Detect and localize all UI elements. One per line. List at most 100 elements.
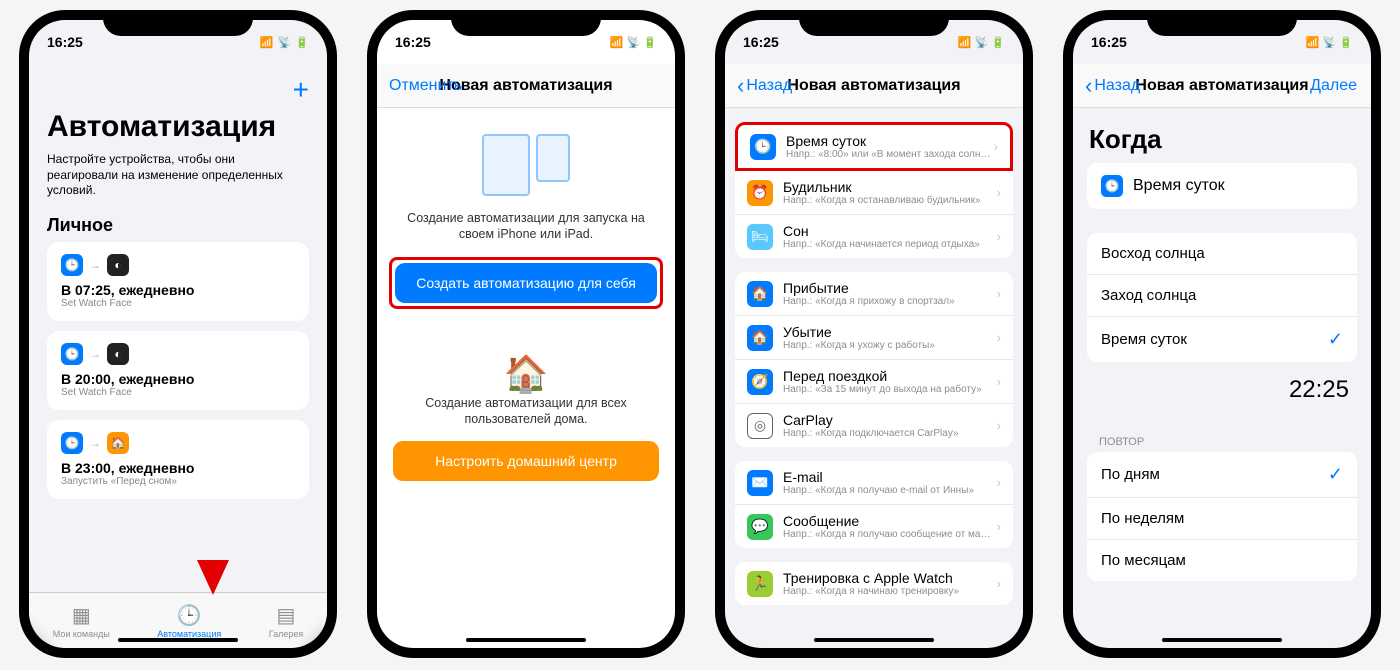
clock-icon: 🕒 — [61, 432, 83, 454]
chevron-right-icon: › — [997, 229, 1001, 244]
automation-card[interactable]: 🕒 → 🏠 В 23:00, ежедневно Запустить «Пере… — [47, 420, 309, 499]
arrive-icon: 🏠 — [747, 281, 773, 307]
clock-icon: 🕒 — [1101, 175, 1123, 197]
trigger-email[interactable]: ✉️E-mailНапр.: «Когда я получаю e-mail о… — [735, 461, 1013, 505]
repeat-options: По дням✓ По неделям По месяцам — [1087, 452, 1357, 581]
screen-new-automation-type: 16:25 📶 📡 🔋 Отменить Новая автоматизация… — [377, 20, 675, 648]
home-desc: Создание автоматизации для всех пользова… — [393, 395, 659, 428]
trigger-sleep[interactable]: 🛏 СонНапр.: «Когда начинается период отд… — [735, 215, 1013, 258]
grid-icon: ▦ — [72, 603, 91, 628]
content: Создание автоматизации для запуска на св… — [377, 108, 675, 648]
chevron-right-icon: › — [997, 519, 1001, 534]
watch-face-icon: ◐ — [107, 343, 129, 365]
home-indicator[interactable] — [118, 638, 238, 642]
clock-icon: 🕒 — [177, 603, 202, 628]
trigger-carplay[interactable]: ◎CarPlayНапр.: «Когда подключается CarPl… — [735, 404, 1013, 447]
personal-desc: Создание автоматизации для запуска на св… — [393, 210, 659, 243]
trigger-workout[interactable]: 🏃Тренировка с Apple WatchНапр.: «Когда я… — [735, 562, 1013, 605]
route-icon: 🧭 — [747, 369, 773, 395]
home-indicator[interactable] — [814, 638, 934, 642]
watch-face-icon: ◐ — [107, 254, 129, 276]
arrow-icon: → — [89, 347, 101, 361]
nav-title: Новая автоматизация — [787, 77, 960, 95]
clock-icon: 🕒 — [750, 134, 776, 160]
wifi-icon: 📡 — [278, 36, 292, 49]
section-personal: Личное — [47, 215, 309, 236]
chevron-right-icon: › — [997, 185, 1001, 200]
automation-card[interactable]: 🕒 → ◐ В 20:00, ежедневно Set Watch Face — [47, 331, 309, 410]
clock-icon: 🕒 — [61, 254, 83, 276]
tab-my-shortcuts[interactable]: ▦ Мои команды — [53, 603, 110, 639]
notch — [799, 10, 949, 36]
message-icon: 💬 — [747, 514, 773, 540]
option-sunset[interactable]: Заход солнца — [1087, 275, 1357, 317]
add-button[interactable]: + — [47, 74, 309, 106]
ipad-icon — [482, 134, 530, 196]
arrow-icon: → — [89, 436, 101, 450]
trigger-alarm[interactable]: ⏰ БудильникНапр.: «Когда я останавливаю … — [735, 171, 1013, 215]
chevron-right-icon: › — [994, 139, 998, 154]
phone-3: 16:25 📶 📡 🔋 ‹Назад Новая автоматизация 🕒… — [715, 10, 1033, 658]
leave-icon: 🏠 — [747, 325, 773, 351]
notch — [1147, 10, 1297, 36]
bed-icon: 🛏 — [747, 224, 773, 250]
chevron-right-icon: › — [997, 374, 1001, 389]
card-title: В 20:00, ежедневно — [61, 371, 295, 387]
next-button[interactable]: Далее — [1310, 77, 1357, 95]
card-sub: Set Watch Face — [61, 387, 295, 398]
trigger-time-of-day[interactable]: 🕒 Время сутокНапр.: «8:00» или «В момент… — [738, 125, 1010, 168]
repeat-daily[interactable]: По дням✓ — [1087, 452, 1357, 498]
create-personal-automation-button[interactable]: Создать автоматизацию для себя — [395, 263, 657, 303]
status-icons: 📶 📡 🔋 — [260, 36, 309, 49]
back-button[interactable]: ‹Назад — [737, 73, 792, 99]
trigger-label: Время суток — [1133, 177, 1225, 195]
tab-automation[interactable]: 🕒 Автоматизация — [157, 603, 221, 639]
card-sub: Запустить «Перед сном» — [61, 476, 295, 487]
annotation-highlight: Создать автоматизацию для себя — [389, 257, 663, 309]
status-time: 16:25 — [395, 34, 431, 50]
status-icons: 📶 📡 🔋 — [1306, 36, 1353, 49]
card-title: В 23:00, ежедневно — [61, 460, 295, 476]
house-icon: 🏠 — [393, 353, 659, 395]
setup-home-hub-button[interactable]: Настроить домашний центр — [393, 441, 659, 481]
workout-icon: 🏃 — [747, 571, 773, 597]
annotation-highlight: 🕒 Время сутокНапр.: «8:00» или «В момент… — [735, 122, 1013, 171]
house-icon: 🏠 — [107, 432, 129, 454]
back-button[interactable]: ‹Назад — [1085, 73, 1140, 99]
time-picker[interactable]: 22:25 — [1073, 362, 1371, 418]
repeat-weekly[interactable]: По неделям — [1087, 498, 1357, 540]
option-time-of-day[interactable]: Время суток✓ — [1087, 317, 1357, 362]
check-icon: ✓ — [1328, 329, 1343, 350]
home-indicator[interactable] — [466, 638, 586, 642]
devices-illustration — [393, 134, 659, 196]
trigger-arrive[interactable]: 🏠ПрибытиеНапр.: «Когда я прихожу в спорт… — [735, 272, 1013, 316]
phone-1: 16:25 📶 📡 🔋 + Автоматизация Настройте ус… — [19, 10, 337, 658]
trigger-message[interactable]: 💬СообщениеНапр.: «Когда я получаю сообще… — [735, 505, 1013, 548]
navbar: Отменить Новая автоматизация — [377, 64, 675, 108]
chevron-right-icon: › — [997, 330, 1001, 345]
nav-title: Новая автоматизация — [1135, 77, 1308, 95]
cancel-button[interactable]: Отменить — [389, 77, 462, 95]
tab-gallery[interactable]: ▤ Галерея — [269, 603, 304, 639]
chevron-right-icon: › — [997, 286, 1001, 301]
status-time: 16:25 — [743, 34, 779, 50]
chevron-right-icon: › — [997, 576, 1001, 591]
clock-icon: 🕒 — [61, 343, 83, 365]
repeat-monthly[interactable]: По месяцам — [1087, 540, 1357, 581]
header-area: + Автоматизация Настройте устройства, чт… — [29, 64, 327, 499]
notch — [103, 10, 253, 36]
option-sunrise[interactable]: Восход солнца — [1087, 233, 1357, 275]
status-time: 16:25 — [1091, 34, 1127, 50]
screen-automations: 16:25 📶 📡 🔋 + Автоматизация Настройте ус… — [29, 20, 327, 648]
automation-card[interactable]: 🕒 → ◐ В 07:25, ежедневно Set Watch Face — [47, 242, 309, 321]
content: + Автоматизация Настройте устройства, чт… — [29, 64, 327, 592]
navbar: ‹Назад Новая автоматизация — [725, 64, 1023, 108]
page-desc: Настройте устройства, чтобы они реагиров… — [47, 152, 309, 199]
content: Когда 🕒 Время суток Восход солнца Заход … — [1073, 108, 1371, 648]
home-indicator[interactable] — [1162, 638, 1282, 642]
nav-title: Новая автоматизация — [439, 77, 612, 95]
card-title: В 07:25, ежедневно — [61, 282, 295, 298]
trigger-leave[interactable]: 🏠УбытиеНапр.: «Когда я ухожу с работы»› — [735, 316, 1013, 360]
screen-trigger-list: 16:25 📶 📡 🔋 ‹Назад Новая автоматизация 🕒… — [725, 20, 1023, 648]
trigger-before-commute[interactable]: 🧭Перед поездкойНапр.: «За 15 минут до вы… — [735, 360, 1013, 404]
